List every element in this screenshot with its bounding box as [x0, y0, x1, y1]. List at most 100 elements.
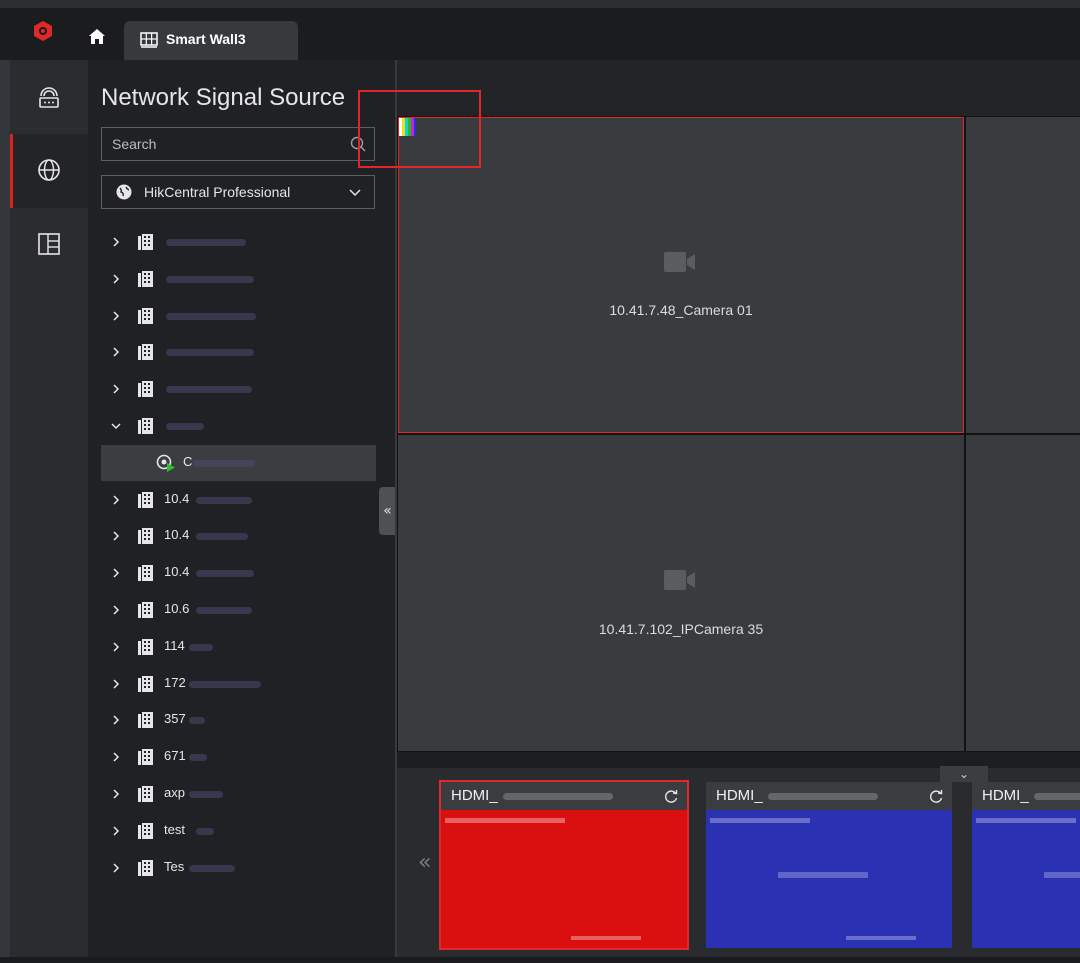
- panel-title: Network Signal Source: [101, 84, 346, 111]
- building-icon: [138, 308, 153, 324]
- tree-item-label: 10.4: [164, 527, 190, 542]
- output-hdmi-3[interactable]: HDMI_: [972, 782, 1080, 948]
- building-icon: [138, 860, 153, 876]
- chevron-right-icon[interactable]: [111, 568, 121, 578]
- building-icon: [138, 418, 153, 434]
- building-icon: [138, 602, 153, 618]
- home-icon[interactable]: [88, 28, 106, 46]
- wall-window-label: 10.41.7.102_IPCamera 35: [598, 621, 764, 637]
- collapse-panel-button[interactable]: «: [379, 487, 396, 535]
- tree-site-item[interactable]: 10.4: [101, 482, 376, 518]
- chevron-down-icon[interactable]: [111, 421, 121, 431]
- tree-site-item[interactable]: [101, 408, 376, 444]
- wall-window-2[interactable]: [966, 117, 1080, 433]
- window-strip: [0, 0, 1080, 8]
- wall-window-4[interactable]: [966, 435, 1080, 751]
- building-icon: [138, 823, 153, 839]
- camera-online-icon: [156, 454, 175, 472]
- smart-wall-canvas[interactable]: 10.41.7.48_Camera 01 10.41.7.102_IPCamer…: [397, 116, 1080, 752]
- selection-box: [358, 90, 481, 168]
- building-icon: [138, 528, 153, 544]
- search-input[interactable]: [101, 127, 375, 161]
- output-preview: [972, 810, 1080, 948]
- video-wall-icon: [140, 32, 158, 48]
- chevron-right-icon[interactable]: [111, 384, 121, 394]
- tab-smart-wall[interactable]: Smart Wall3: [124, 21, 298, 60]
- site-dropdown[interactable]: HikCentral Professional: [101, 175, 375, 209]
- chevron-right-icon[interactable]: [111, 311, 121, 321]
- refresh-icon[interactable]: [928, 788, 944, 804]
- output-hdmi-2[interactable]: HDMI_: [706, 782, 952, 948]
- tree-site-item[interactable]: 10.4: [101, 555, 376, 591]
- tree-item-label: 357: [164, 711, 186, 726]
- building-icon: [138, 344, 153, 360]
- chevron-right-icon[interactable]: [111, 495, 121, 505]
- chevron-right-icon[interactable]: [111, 237, 121, 247]
- color-bar-icon: [399, 118, 416, 136]
- building-icon: [138, 234, 153, 250]
- building-icon: [138, 271, 153, 287]
- wall-window-label: 10.41.7.48_Camera 01: [609, 302, 753, 318]
- tree-camera-item[interactable]: C: [101, 445, 376, 481]
- nav-remote-signal[interactable]: [10, 60, 88, 134]
- globe-icon: [116, 184, 132, 200]
- building-icon: [138, 786, 153, 802]
- status-bar: [0, 957, 1080, 963]
- tree-site-item[interactable]: 172: [101, 666, 376, 702]
- tree-item-label: Tes: [164, 859, 185, 874]
- tree-site-item[interactable]: 671: [101, 739, 376, 775]
- output-hdmi-1[interactable]: HDMI_: [439, 780, 689, 950]
- site-label: HikCentral Professional: [144, 184, 291, 200]
- wall-window-3[interactable]: 10.41.7.102_IPCamera 35: [398, 435, 964, 751]
- tree-item-label: C: [183, 454, 193, 469]
- tree-site-item[interactable]: axp: [101, 776, 376, 812]
- nav-network-source[interactable]: [10, 134, 88, 208]
- chevron-right-icon[interactable]: [111, 679, 121, 689]
- refresh-icon[interactable]: [663, 788, 679, 804]
- output-label: HDMI_: [716, 787, 763, 804]
- chevron-right-icon[interactable]: [111, 752, 121, 762]
- tree-site-item[interactable]: 10.4: [101, 518, 376, 554]
- building-icon: [138, 381, 153, 397]
- tree-site-item[interactable]: [101, 334, 376, 370]
- tree-site-item[interactable]: 114: [101, 629, 376, 665]
- chevron-right-icon[interactable]: [111, 715, 121, 725]
- wall-toolbar: [397, 60, 1080, 116]
- chevron-right-icon[interactable]: [111, 274, 121, 284]
- output-label: HDMI_: [451, 787, 498, 804]
- chevron-down-icon: [349, 189, 361, 197]
- nav-layout[interactable]: [10, 208, 88, 282]
- wall-window-1[interactable]: 10.41.7.48_Camera 01: [398, 117, 964, 433]
- building-icon: [138, 712, 153, 728]
- tree-site-item[interactable]: [101, 371, 376, 407]
- tab-label: Smart Wall3: [166, 31, 246, 47]
- tree-site-item[interactable]: test: [101, 813, 376, 849]
- remote-signal-icon: [39, 87, 59, 108]
- tree-site-item[interactable]: [101, 224, 376, 260]
- tree-item-label: 114: [164, 638, 185, 653]
- chevron-right-icon[interactable]: [111, 347, 121, 357]
- left-edge: [0, 60, 10, 963]
- scroll-left-button[interactable]: «: [418, 850, 431, 875]
- output-preview: [706, 810, 952, 948]
- building-icon: [138, 676, 153, 692]
- tree-item-label: 10.6: [164, 601, 190, 616]
- tree-site-item[interactable]: Tes: [101, 850, 376, 886]
- chevron-right-icon[interactable]: [111, 863, 121, 873]
- logo-icon: [34, 21, 52, 41]
- tree-site-item[interactable]: [101, 298, 376, 334]
- tree-site-item[interactable]: 10.6: [101, 592, 376, 628]
- chevron-right-icon[interactable]: [111, 789, 121, 799]
- output-header: HDMI_: [441, 782, 687, 810]
- chevron-right-icon[interactable]: [111, 531, 121, 541]
- camera-icon: [664, 252, 695, 272]
- chevron-right-icon[interactable]: [111, 826, 121, 836]
- output-header: HDMI_: [706, 782, 952, 810]
- tree-site-item[interactable]: 357: [101, 702, 376, 738]
- chevron-right-icon[interactable]: [111, 642, 121, 652]
- chevron-right-icon[interactable]: [111, 605, 121, 615]
- tree-site-item[interactable]: [101, 261, 376, 297]
- expand-outputs-button[interactable]: ⌄: [940, 766, 988, 782]
- building-icon: [138, 492, 153, 508]
- tree-item-label: 172: [164, 675, 186, 690]
